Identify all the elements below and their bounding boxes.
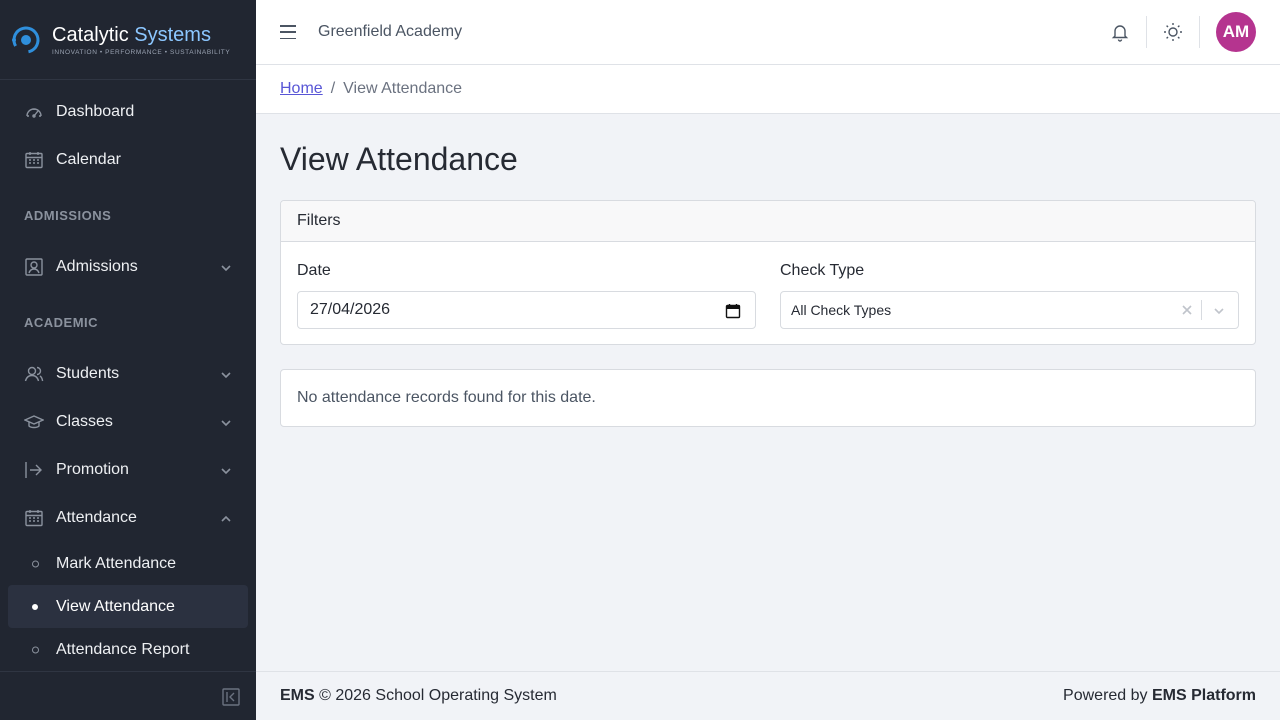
filters-card-header: Filters [281,201,1255,242]
sidebar-subitem-mark-attendance[interactable]: Mark Attendance [8,542,248,585]
top-header: Greenfield Academy AM [256,0,1280,65]
sidebar-item-promotion[interactable]: Promotion [0,446,256,494]
main-content: View Attendance Filters Date 27/04/2026 … [280,114,1256,427]
sidebar-item-admissions[interactable]: Admissions [0,243,256,291]
sidebar-item-attendance[interactable]: Attendance [0,494,256,542]
date-label: Date [297,262,331,279]
breadcrumb-current: View Attendance [343,80,463,97]
chevron-down-icon [220,368,232,380]
sidebar-item-classes[interactable]: Classes [0,398,256,446]
breadcrumb-separator: / [330,80,336,97]
calendar-picker-icon[interactable] [725,303,741,319]
brand-name-part2: Systems [134,23,211,46]
select-divider [1201,300,1202,320]
sidebar-item-label: Admissions [56,258,138,275]
check-type-field: Check Type All Check Types [780,258,1239,329]
calendar-icon [24,150,44,170]
sidebar-item-dashboard[interactable]: Dashboard [0,88,256,136]
education-icon [24,412,44,432]
collapse-sidebar-icon[interactable] [222,688,240,706]
arrow-enter-icon [24,460,44,480]
footer-copyright: © 2026 School Operating System [314,687,557,704]
footer-platform: EMS Platform [1151,687,1256,704]
chevron-down-icon[interactable] [1212,304,1226,318]
sidebar-item-students[interactable]: Students [0,350,256,398]
page-title: View Attendance [280,141,518,177]
check-type-label: Check Type [780,262,865,279]
date-input-value: 27/04/2026 [310,301,391,318]
sidebar-item-label: Promotion [56,461,129,478]
check-type-value: All Check Types [791,302,892,318]
sidebar-nav: Dashboard Calendar ADMISSIONS Admissions… [0,80,256,671]
avatar[interactable]: AM [1216,12,1256,52]
footer-powered-by: Powered by [1063,687,1152,704]
header-actions: AM [1110,0,1256,64]
footer-brand: EMS [280,687,315,704]
hamburger-menu-icon[interactable] [280,25,296,39]
brand[interactable]: Catalytic Systems INNOVATION • PERFORMAN… [0,0,256,80]
people-icon [24,364,44,384]
sidebar-subitem-attendance-report[interactable]: Attendance Report [8,628,248,671]
chevron-down-icon [220,261,232,273]
section-title-admissions: ADMISSIONS [24,208,112,223]
sidebar-item-label: Calendar [56,151,121,168]
section-title-academic: ACADEMIC [24,315,99,330]
filters-card-body: Date 27/04/2026 Check Type All Check Typ… [281,242,1255,345]
brand-name: Catalytic Systems [52,24,230,46]
footer-left: EMS © 2026 School Operating System [280,687,557,705]
organization-name: Greenfield Academy [318,23,463,40]
date-input[interactable]: 27/04/2026 [297,291,756,329]
empty-state-message: No attendance records found for this dat… [297,389,596,406]
clear-icon[interactable] [1180,303,1194,317]
breadcrumb: Home / View Attendance [256,65,1280,114]
chevron-up-icon [220,512,232,524]
bell-icon[interactable] [1110,22,1130,42]
catalytic-logo-icon [12,26,40,53]
sidebar: Catalytic Systems INNOVATION • PERFORMAN… [0,0,256,720]
id-card-icon [24,257,44,277]
header-divider [1146,16,1147,48]
header-divider [1199,16,1200,48]
sun-icon[interactable] [1163,22,1183,42]
footer-right: Powered by EMS Platform [1063,687,1256,705]
breadcrumb-home-link[interactable]: Home [280,80,323,98]
chevron-down-icon [220,416,232,428]
filters-card: Filters Date 27/04/2026 Check Type All C… [280,200,1256,345]
sidebar-item-label: Students [56,365,120,382]
sidebar-item-label: Classes [56,413,113,430]
page-footer: EMS © 2026 School Operating System Power… [256,671,1280,720]
date-field: Date 27/04/2026 [297,258,756,329]
empty-state-card: No attendance records found for this dat… [280,369,1256,427]
sidebar-item-label: Dashboard [56,103,135,120]
speedometer-icon [24,102,44,122]
brand-name-part1: Catalytic [52,23,129,46]
sidebar-item-label: Attendance [56,509,137,526]
sidebar-subitem-view-attendance[interactable]: View Attendance [8,585,248,628]
brand-tagline: INNOVATION • PERFORMANCE • SUSTAINABILIT… [52,48,231,56]
check-type-select[interactable]: All Check Types [780,291,1239,329]
sidebar-item-calendar[interactable]: Calendar [0,136,256,184]
sidebar-footer [0,671,256,720]
calendar-icon [24,508,44,528]
chevron-down-icon [220,464,232,476]
